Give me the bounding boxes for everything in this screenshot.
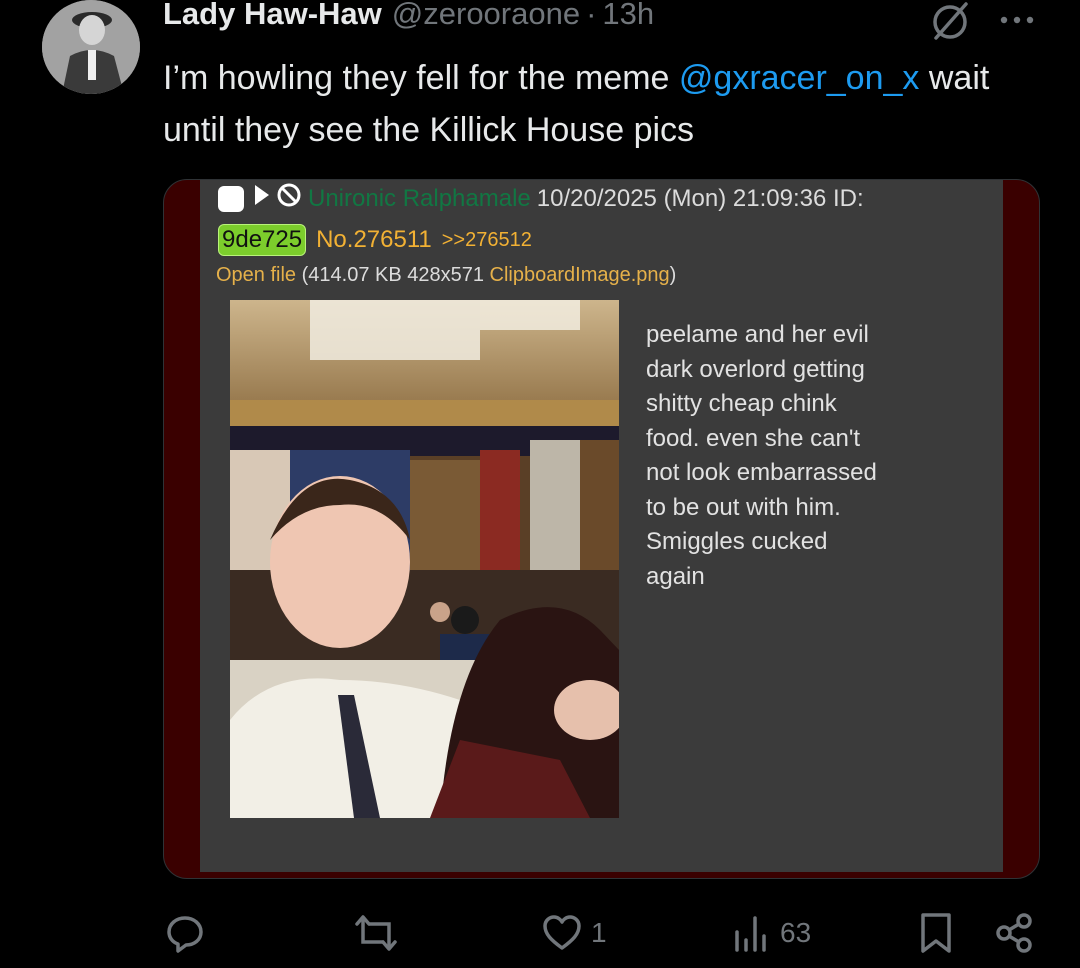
reply-button[interactable]: [164, 910, 214, 956]
timestamp[interactable]: 13h: [602, 0, 654, 32]
views-button[interactable]: 63: [732, 910, 811, 956]
reply-icon: [164, 912, 206, 954]
reply-link: >>276512: [441, 228, 532, 251]
share-button[interactable]: [994, 910, 1036, 956]
open-file-link: Open file: [216, 264, 297, 286]
mention-link[interactable]: @gxracer_on_x: [679, 59, 920, 97]
user-handle[interactable]: @zerooraone: [392, 0, 580, 32]
file-meta-close: ): [669, 264, 677, 286]
display-name[interactable]: Lady Haw-Haw: [163, 0, 382, 32]
more-icon[interactable]: [997, 8, 1037, 32]
file-name-link: ClipboardImage.png: [489, 264, 670, 286]
post-header: Unironic Ralphamale 10/20/2025 (Mon) 21:…: [218, 182, 864, 215]
post-number: No.276511: [316, 226, 432, 253]
post-body: peelame and her evil dark overlord getti…: [646, 321, 877, 590]
bookmark-button[interactable]: [918, 910, 954, 956]
post-checkbox: [218, 185, 244, 212]
like-button[interactable]: 1: [541, 910, 607, 956]
post-photo: [230, 300, 619, 818]
heart-icon: [541, 912, 583, 954]
tweet-header: Lady Haw-Haw @zerooraone · 13h: [163, 0, 654, 40]
post-id-row: 9de725 No.276511 >>276512: [218, 224, 532, 256]
separator-dot: ·: [586, 0, 597, 31]
poster-name: Unironic Ralphamale: [308, 184, 531, 212]
repost-icon: [354, 912, 398, 954]
file-meta: (414.07 KB 428x571: [296, 264, 490, 286]
avatar[interactable]: [42, 0, 140, 94]
embedded-post: Unironic Ralphamale 10/20/2025 (Mon) 21:…: [200, 180, 1003, 872]
play-icon: [254, 184, 270, 213]
poster-id-badge: 9de725: [218, 224, 307, 256]
views-icon: [732, 912, 772, 954]
views-count: 63: [780, 917, 812, 948]
tweet-text: I’m howling they fell for the meme @gxra…: [163, 52, 1043, 156]
share-icon: [994, 912, 1036, 954]
no-entry-icon[interactable]: [928, 0, 972, 42]
file-info: Open file (414.07 KB 428x571 ClipboardIm…: [216, 264, 676, 287]
repost-button[interactable]: [354, 910, 406, 956]
tweet-text-part1: I’m howling they fell for the meme: [163, 59, 679, 97]
media-card[interactable]: Unironic Ralphamale 10/20/2025 (Mon) 21:…: [163, 179, 1040, 879]
like-count: 1: [591, 917, 607, 948]
post-datetime: 10/20/2025 (Mon) 21:09:36 ID:: [536, 184, 864, 212]
bookmark-icon: [918, 911, 954, 955]
hide-icon: [276, 182, 302, 215]
